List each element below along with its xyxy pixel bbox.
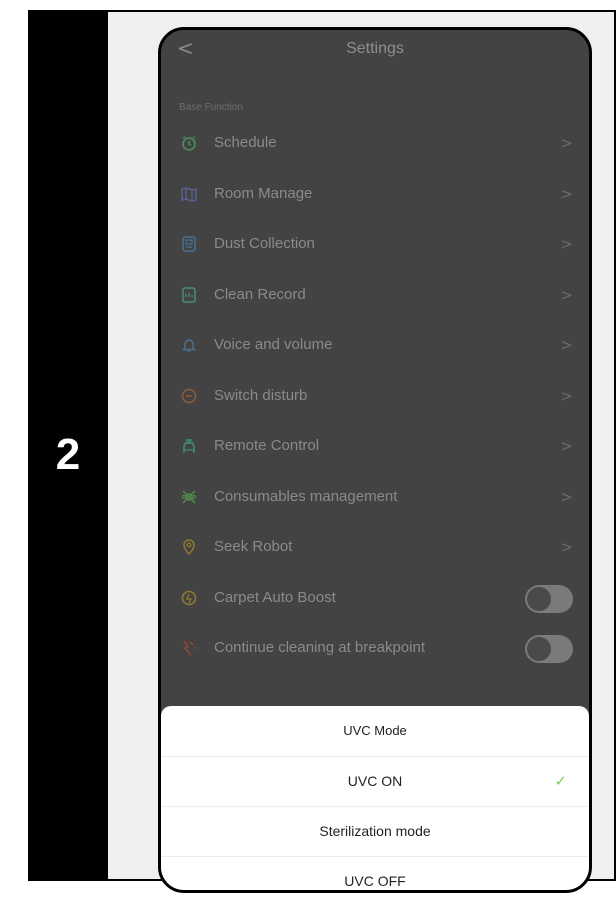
settings-item-label: Switch disturb [214,386,308,404]
toggle-knob [527,586,551,611]
settings-item-label: Dust Collection [214,235,315,252]
settings-item-voice-and-volume[interactable]: Voice and volume > [161,329,589,369]
dust-bin-icon [181,236,197,252]
map-icon [181,186,197,202]
settings-item-schedule[interactable]: Schedule > [161,127,589,167]
option-label: Sterilization mode [319,823,431,839]
remote-icon [181,438,197,454]
location-pin-icon [181,539,197,556]
chevron-right-icon: > [560,437,573,455]
settings-item-label: Room Manage [214,184,313,202]
option-label: UVC ON [347,773,403,789]
sheet-option-uvc-on[interactable]: UVC ON ✓ [161,756,589,807]
toggle-knob [527,637,551,661]
chevron-right-icon: > [560,487,573,506]
chevron-right-icon: > [560,538,573,556]
chevron-right-icon: > [560,235,573,253]
sheet-option-uvc-off[interactable]: UVC OFF [161,856,589,890]
uvc-mode-sheet: UVC Mode UVC ON ✓ Sterilization mode UVC… [161,706,589,890]
sheet-title: UVC Mode [161,706,589,757]
settings-item-carpet-auto-boost[interactable]: Carpet Auto Boost [161,582,589,622]
page-title: Settings [346,40,404,57]
settings-item-label: Continue cleaning at breakpoint [214,639,425,656]
settings-item-label: Schedule [214,134,277,151]
settings-item-label: Voice and volume [214,336,333,353]
sheet-option-sterilization-mode[interactable]: Sterilization mode [161,806,589,857]
settings-item-clean-record[interactable]: Clean Record > [161,279,589,319]
chevron-right-icon: > [560,386,573,405]
settings-item-room-manage[interactable]: Room Manage > [161,178,589,218]
settings-item-label: Seek Robot [214,538,293,555]
settings-item-consumables-management[interactable]: Consumables management > [161,481,589,521]
consumables-icon [181,489,197,505]
toggle-switch[interactable] [525,584,573,613]
settings-screen: < Settings Base Function Schedule > Room M… [161,30,589,890]
minus-circle-icon [181,388,197,404]
chevron-right-icon: > [560,184,573,203]
settings-item-remote-control[interactable]: Remote Control > [161,430,589,470]
record-icon [181,286,197,303]
header: < Settings [161,30,589,70]
settings-item-continue-cleaning-at-breakpoint[interactable]: Continue cleaning at breakpoint [161,632,589,672]
chevron-right-icon: > [560,336,573,354]
settings-item-seek-robot[interactable]: Seek Robot > [161,531,589,571]
boost-icon [181,590,197,606]
toggle-switch[interactable] [525,635,573,663]
phone-frame: < Settings Base Function Schedule > Room M… [158,27,592,893]
chevron-right-icon: > [560,285,573,304]
option-label: UVC OFF [344,873,406,889]
settings-item-dust-collection[interactable]: Dust Collection > [161,228,589,268]
chevron-right-icon: > [560,134,573,152]
checkmark-icon: ✓ [554,772,567,790]
settings-item-label: Carpet Auto Boost [214,588,336,606]
settings-item-label: Consumables management [214,487,398,505]
bell-icon [181,337,197,353]
settings-item-label: Clean Record [214,285,306,303]
section-title: Base Function [179,102,243,113]
breakpoint-icon [181,640,197,656]
settings-item-switch-disturb[interactable]: Switch disturb > [161,380,589,420]
settings-item-label: Remote Control [214,437,320,454]
step-number: 2 [55,430,81,479]
clock-icon [181,135,197,151]
